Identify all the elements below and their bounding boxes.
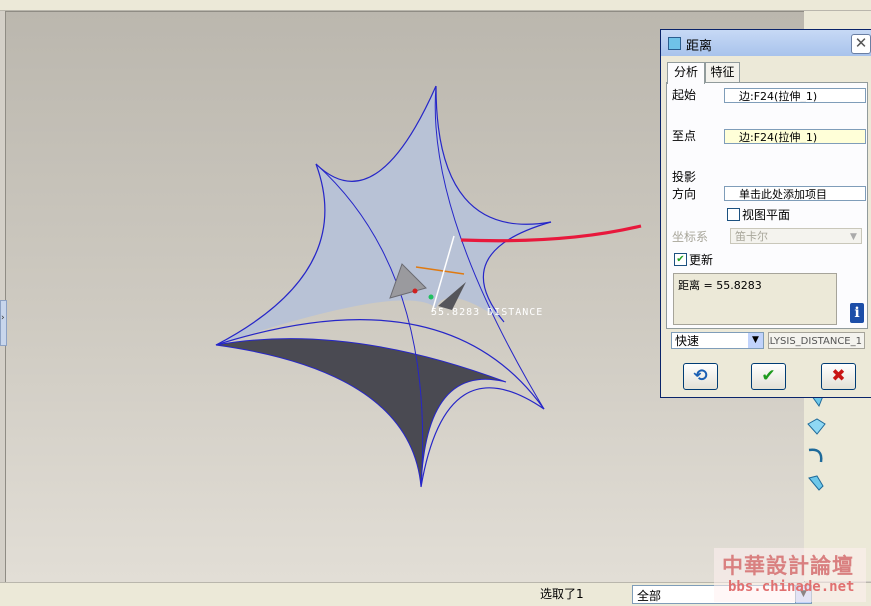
watermark: 中華設計論壇 bbs.chinade.net [714,548,866,602]
distance-dialog: 距离 ✕ 分析 特征 起始 边:F24(拉伸_1) 至点 边:F24(拉伸_1)… [660,29,871,398]
analysis-panel: 起始 边:F24(拉伸_1) 至点 边:F24(拉伸_1) 投影 方向 单击此处… [666,82,868,329]
close-icon[interactable]: ✕ [851,34,871,54]
mode-value: 快速 [675,334,700,348]
csys-select: 笛卡尔 ▼ [730,228,862,244]
direction-label: 方向 [672,187,697,201]
feature-name-field[interactable]: ANALYSIS_DISTANCE_1 [768,332,865,349]
watermark-title: 中華設計論壇 [722,553,854,578]
triad-red-dot [412,288,418,294]
chevron-right-icon: › [1,313,5,323]
mode-select[interactable]: 快速 ▼ [671,332,764,349]
update-label: 更新 [689,253,714,267]
top-menu-strip [0,0,871,11]
dialog-title: 距离 [686,39,713,54]
filter-value: 全部 [637,589,662,603]
toolbar-solid-icon[interactable] [805,416,829,438]
view-plane-label: 视图平面 [742,208,791,222]
repeat-button[interactable]: ⟲ [683,363,718,390]
csys-label: 坐标系 [672,230,709,244]
watermark-url: bbs.chinade.net [728,579,855,595]
triad-green-dot [428,294,434,300]
from-field[interactable]: 边:F24(拉伸_1) [724,88,866,103]
to-field[interactable]: 边:F24(拉伸_1) [724,129,866,144]
tab-feature[interactable]: 特征 [705,62,740,83]
toolbar-round-icon[interactable] [805,472,829,494]
left-panel-handle[interactable]: › [0,300,7,346]
info-icon[interactable]: i [850,303,864,323]
dialog-app-icon [668,37,681,50]
chevron-down-icon: ▼ [748,333,763,348]
update-checkbox[interactable]: ✔ [674,253,687,266]
cancel-x-icon: ✖ [831,366,846,386]
projection-label: 投影 [672,170,697,184]
from-label: 起始 [672,88,697,102]
distance-annotation: 55.8283 DISTANCE [431,307,544,318]
view-plane-checkbox[interactable] [727,208,740,221]
result-box: 距离 = 55.8283 [673,273,837,325]
tab-analysis[interactable]: 分析 [667,62,705,84]
status-message: 选取了1 [540,587,584,601]
result-text: 距离 = 55.8283 [678,279,762,292]
dark-face [215,338,507,488]
check-icon: ✔ [761,366,776,386]
toolbar-curve-icon[interactable] [805,444,829,466]
csys-value: 笛卡尔 [735,230,768,243]
to-label: 至点 [672,129,697,143]
cancel-button[interactable]: ✖ [821,363,856,390]
projection-field[interactable]: 单击此处添加项目 [724,186,866,201]
dialog-titlebar[interactable]: 距离 ✕ [661,30,871,56]
chevron-down-icon: ▼ [850,232,857,242]
repeat-icon: ⟲ [693,366,708,386]
ok-button[interactable]: ✔ [751,363,786,390]
